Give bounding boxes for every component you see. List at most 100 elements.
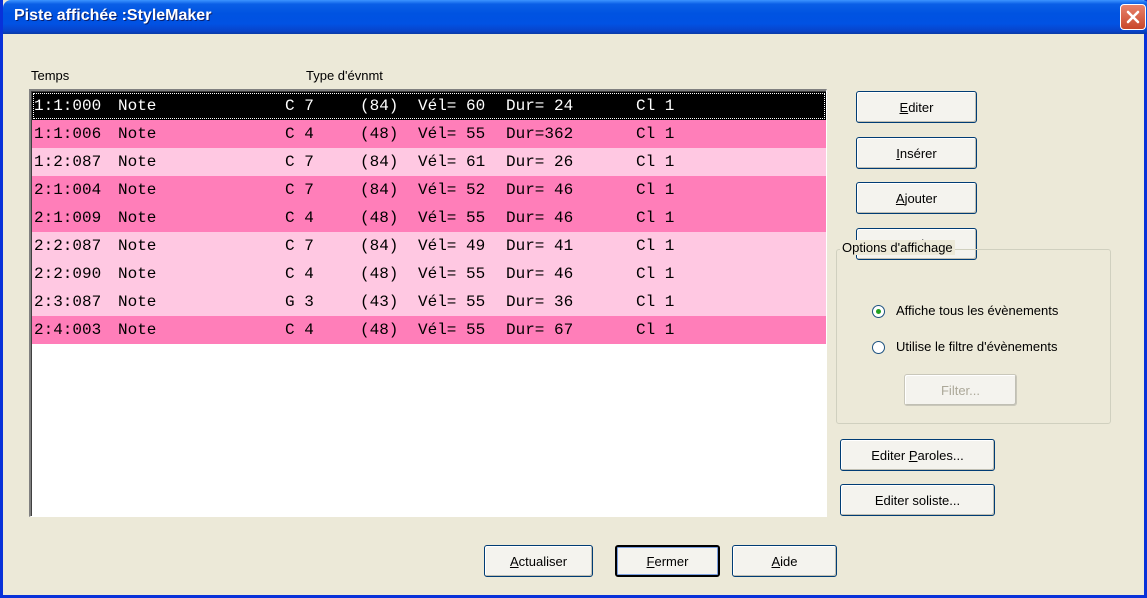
list-item[interactable]: 1:2:087 Note C 7 (84) Vél= 61 Dur= 26 Cl 1 — [32, 148, 826, 176]
edit-lyrics-label: Editer Paroles... — [871, 447, 964, 463]
refresh-button[interactable]: Actualiser — [484, 545, 593, 577]
event-vel: Vél= 55 — [418, 265, 486, 283]
event-num: (48) — [360, 125, 399, 143]
event-dur: Dur= 36 — [506, 293, 574, 311]
show-all-label[interactable]: Affiche tous les évènements — [896, 303, 1058, 318]
event-time: 2:4:003 — [34, 321, 102, 339]
event-ch: Cl 1 — [636, 293, 675, 311]
list-item[interactable]: 2:3:087 Note G 3 (43) Vél= 55 Dur= 36 Cl 1 — [32, 288, 826, 316]
event-ch: Cl 1 — [636, 97, 675, 115]
event-type: Note — [118, 153, 157, 171]
event-dur: Dur= 24 — [506, 97, 574, 115]
event-type: Note — [118, 237, 157, 255]
event-note: C 7 — [285, 97, 314, 115]
event-ch: Cl 1 — [636, 209, 675, 227]
event-dur: Dur= 41 — [506, 237, 574, 255]
event-num: (84) — [360, 97, 399, 115]
event-vel: Vél= 55 — [418, 125, 486, 143]
event-type: Note — [118, 265, 157, 283]
add-button[interactable]: Ajouter — [856, 182, 977, 214]
event-type: Note — [118, 97, 157, 115]
help-button-label: Aide — [771, 553, 798, 569]
event-vel: Vél= 55 — [418, 293, 486, 311]
event-vel: Vél= 49 — [418, 237, 486, 255]
event-ch: Cl 1 — [636, 125, 675, 143]
filter-button[interactable]: Filter... — [904, 374, 1017, 406]
event-note: C 4 — [285, 209, 314, 227]
event-note: G 3 — [285, 293, 314, 311]
event-note: C 4 — [285, 125, 314, 143]
event-type: Note — [118, 125, 157, 143]
event-type: Note — [118, 321, 157, 339]
event-ch: Cl 1 — [636, 153, 675, 171]
event-ch: Cl 1 — [636, 237, 675, 255]
event-vel: Vél= 60 — [418, 97, 486, 115]
event-note: C 7 — [285, 237, 314, 255]
insert-button[interactable]: Insérer — [856, 137, 977, 169]
list-item[interactable]: 2:4:003 Note C 4 (48) Vél= 55 Dur= 67 Cl 1 — [32, 316, 826, 344]
column-header-time: Temps — [31, 68, 70, 83]
event-list[interactable]: 1:1:000 Note C 7 (84) Vél= 60 Dur= 24 Cl 1 1:1:… — [29, 89, 827, 517]
filter-button-label: Filter... — [940, 382, 980, 398]
event-ch: Cl 1 — [636, 321, 675, 339]
event-ch: Cl 1 — [636, 265, 675, 283]
event-ch: Cl 1 — [636, 181, 675, 199]
list-item[interactable]: 1:1:000 Note C 7 (84) Vél= 60 Dur= 24 Cl 1 — [32, 92, 826, 120]
show-all-radio[interactable] — [872, 305, 885, 318]
event-note: C 7 — [285, 181, 314, 199]
event-note: C 4 — [285, 321, 314, 339]
close-button-label: Fermer — [646, 553, 689, 569]
help-button[interactable]: Aide — [732, 545, 837, 577]
insert-button-label: Insérer — [896, 145, 937, 161]
event-num: (84) — [360, 153, 399, 171]
event-time: 1:1:000 — [34, 97, 102, 115]
event-vel: Vél= 55 — [418, 209, 486, 227]
event-time: 2:2:087 — [34, 237, 102, 255]
display-options-legend: Options d'affichage — [840, 240, 955, 255]
edit-soloist-label: Editer soliste... — [874, 492, 961, 508]
event-time: 2:2:090 — [34, 265, 102, 283]
event-dur: Dur=362 — [506, 125, 574, 143]
list-item[interactable]: 2:1:009 Note C 4 (48) Vél= 55 Dur= 46 Cl 1 — [32, 204, 826, 232]
event-num: (84) — [360, 181, 399, 199]
event-num: (84) — [360, 237, 399, 255]
list-item[interactable]: 2:1:004 Note C 7 (84) Vél= 52 Dur= 46 Cl 1 — [32, 176, 826, 204]
event-vel: Vél= 61 — [418, 153, 486, 171]
edit-button-label: Editer — [899, 99, 934, 115]
event-dur: Dur= 46 — [506, 265, 574, 283]
event-dur: Dur= 67 — [506, 321, 574, 339]
close-icon[interactable] — [1120, 4, 1146, 30]
window-title: Piste affichée :StyleMaker — [14, 7, 212, 24]
refresh-button-label: Actualiser — [509, 553, 568, 569]
event-num: (43) — [360, 293, 399, 311]
list-item[interactable]: 2:2:087 Note C 7 (84) Vél= 49 Dur= 41 Cl 1 — [32, 232, 826, 260]
event-note: C 4 — [285, 265, 314, 283]
add-button-label: Ajouter — [895, 190, 938, 206]
event-note: C 7 — [285, 153, 314, 171]
use-filter-label[interactable]: Utilise le filtre d'évènements — [896, 339, 1057, 354]
event-dur: Dur= 46 — [506, 181, 574, 199]
event-time: 2:1:004 — [34, 181, 102, 199]
use-filter-radio[interactable] — [872, 341, 885, 354]
event-time: 1:1:006 — [34, 125, 102, 143]
event-type: Note — [118, 181, 157, 199]
close-button[interactable]: Fermer — [615, 545, 720, 577]
dialog-window: Piste affichée :StyleMaker Temps Type d'… — [0, 0, 1147, 598]
event-num: (48) — [360, 265, 399, 283]
list-item[interactable]: 2:2:090 Note C 4 (48) Vél= 55 Dur= 46 Cl 1 — [32, 260, 826, 288]
event-vel: Vél= 55 — [418, 321, 486, 339]
event-num: (48) — [360, 209, 399, 227]
event-vel: Vél= 52 — [418, 181, 486, 199]
column-header-type: Type d'évnmt — [306, 68, 383, 83]
list-item[interactable]: 1:1:006 Note C 4 (48) Vél= 55 Dur=362 Cl 1 — [32, 120, 826, 148]
event-time: 2:1:009 — [34, 209, 102, 227]
edit-button[interactable]: Editer — [856, 91, 977, 123]
event-type: Note — [118, 293, 157, 311]
edit-soloist-button[interactable]: Editer soliste... — [840, 484, 995, 516]
event-time: 2:3:087 — [34, 293, 102, 311]
event-num: (48) — [360, 321, 399, 339]
event-dur: Dur= 46 — [506, 209, 574, 227]
edit-lyrics-button[interactable]: Editer Paroles... — [840, 439, 995, 471]
event-dur: Dur= 26 — [506, 153, 574, 171]
title-bar[interactable]: Piste affichée :StyleMaker — [3, 0, 1147, 34]
